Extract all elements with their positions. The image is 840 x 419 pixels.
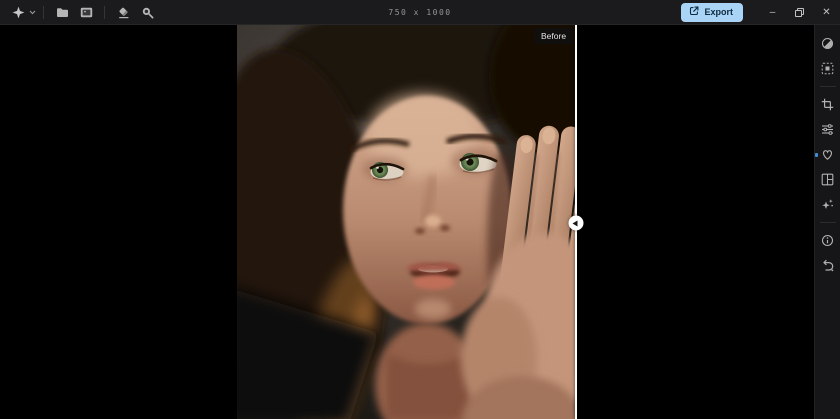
minimize-icon: – [769, 6, 776, 18]
toolbar-separator [43, 5, 44, 19]
chevron-down-icon [29, 10, 36, 15]
export-button-label: Export [704, 6, 733, 17]
info-icon [821, 234, 834, 247]
compare-slider-handle[interactable] [568, 215, 584, 231]
close-icon: ✕ [822, 6, 831, 18]
ai-masking-icon [821, 62, 834, 75]
restore-button[interactable] [786, 0, 813, 25]
undo-icon [821, 259, 834, 272]
tools-sidebar [814, 25, 840, 419]
sidebar-item-crop[interactable] [815, 92, 840, 117]
before-badge: Before [534, 28, 574, 44]
topbar-right-controls: Export – ✕ [681, 0, 840, 25]
portrait-image [237, 25, 576, 419]
folder-icon [56, 7, 69, 18]
collage-icon [821, 173, 834, 186]
slider-arrow-left-icon [572, 220, 577, 226]
export-icon [689, 6, 699, 18]
sidebar-item-info[interactable] [815, 228, 840, 253]
image-icon [80, 7, 93, 18]
image-dimensions-label: 750 x 1000 [388, 7, 452, 17]
enhance-dropdown-button[interactable] [27, 3, 37, 22]
sidebar-item-magic-enhance[interactable] [815, 192, 840, 217]
adjustments-icon [821, 123, 834, 136]
face-ai-icon [821, 148, 834, 161]
sparkle-icon [12, 6, 25, 19]
zoom-tool-button[interactable] [135, 3, 159, 22]
editor-canvas: Before [0, 25, 814, 419]
crop-icon [821, 98, 834, 111]
photo-before-pane [237, 25, 576, 419]
export-button[interactable]: Export [681, 2, 743, 22]
sidebar-item-styles[interactable] [815, 31, 840, 56]
minimize-button[interactable]: – [759, 0, 786, 25]
restore-icon [795, 7, 804, 17]
sidebar-item-collage[interactable] [815, 167, 840, 192]
sidebar-divider [819, 86, 836, 87]
sidebar-item-face-ai[interactable] [814, 142, 840, 167]
toolbar-separator [104, 5, 105, 19]
eraser-tool-button[interactable] [111, 3, 135, 22]
open-folder-button[interactable] [50, 3, 74, 22]
sidebar-item-adjustments[interactable] [815, 117, 840, 142]
active-tool-indicator [814, 152, 818, 157]
sidebar-item-undo[interactable] [815, 253, 840, 278]
sidebar-item-ai-masking[interactable] [815, 56, 840, 81]
sidebar-divider [819, 222, 836, 223]
eraser-icon [117, 6, 130, 19]
open-image-button[interactable] [74, 3, 98, 22]
close-button[interactable]: ✕ [813, 0, 840, 25]
top-toolbar: 750 x 1000 Export – ✕ [0, 0, 840, 25]
magnifier-icon [141, 6, 154, 19]
magic-enhance-icon [821, 198, 834, 211]
styles-icon [821, 37, 834, 50]
app-window: 750 x 1000 Export – ✕ Before [0, 0, 840, 419]
